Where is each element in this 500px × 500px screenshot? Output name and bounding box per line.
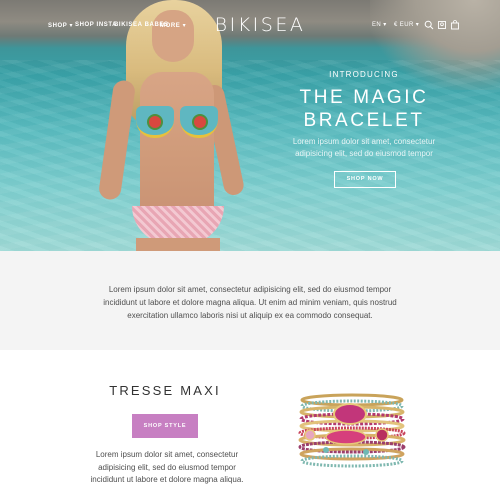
nav-shop[interactable]: SHOP ▾ bbox=[48, 22, 73, 29]
nav-shop-insta[interactable]: SHOP INSTA bbox=[75, 22, 117, 28]
top-navigation: SHOP ▾ SHOP INSTA BIKISEA BABES MORE ▾ B… bbox=[0, 0, 500, 50]
hero-copy: Lorem ipsum dolor sit amet, consectetur … bbox=[292, 137, 436, 158]
gem-bar-icon bbox=[325, 429, 367, 445]
site-logo[interactable]: BIKISEA bbox=[210, 14, 310, 36]
flower-embroidery-icon bbox=[149, 116, 161, 128]
product-copy: Lorem ipsum dolor sit amet, consectetur … bbox=[90, 450, 244, 484]
currency-selector[interactable]: € EUR ▾ bbox=[394, 21, 419, 28]
flower-embroidery-icon bbox=[194, 116, 206, 128]
hero-banner: SHOP ▾ SHOP INSTA BIKISEA BABES MORE ▾ B… bbox=[0, 0, 500, 251]
gem-small-icon bbox=[304, 429, 316, 441]
product-feature-section: TRESSE MAXI SHOP STYLE Lorem ipsum dolor… bbox=[0, 350, 500, 500]
bead-icon bbox=[323, 447, 329, 453]
shop-now-button[interactable]: SHOP NOW bbox=[334, 171, 396, 188]
model-legs bbox=[136, 238, 220, 251]
model-torso bbox=[140, 72, 214, 222]
search-icon[interactable] bbox=[424, 20, 434, 30]
intro-text: Lorem ipsum dolor sit amet, consectetur … bbox=[103, 285, 397, 320]
bag-icon[interactable] bbox=[450, 20, 460, 30]
language-selector[interactable]: EN ▾ bbox=[372, 21, 387, 28]
nav-more[interactable]: MORE ▾ bbox=[160, 22, 186, 29]
intro-section: Lorem ipsum dolor sit amet, consectetur … bbox=[0, 251, 500, 350]
bracelet-product-image[interactable] bbox=[296, 392, 408, 470]
shop-style-button[interactable]: SHOP STYLE bbox=[132, 414, 198, 438]
hero-title: THE MAGIC BRACELET bbox=[299, 87, 429, 131]
gem-round-icon bbox=[375, 428, 389, 442]
bead-icon bbox=[363, 449, 369, 455]
hero-eyebrow: INTRODUCING bbox=[329, 70, 399, 79]
product-title: TRESSE MAXI bbox=[109, 383, 221, 398]
account-icon[interactable] bbox=[437, 20, 447, 30]
gem-large-icon bbox=[333, 403, 367, 425]
model-arm-left bbox=[97, 79, 137, 201]
